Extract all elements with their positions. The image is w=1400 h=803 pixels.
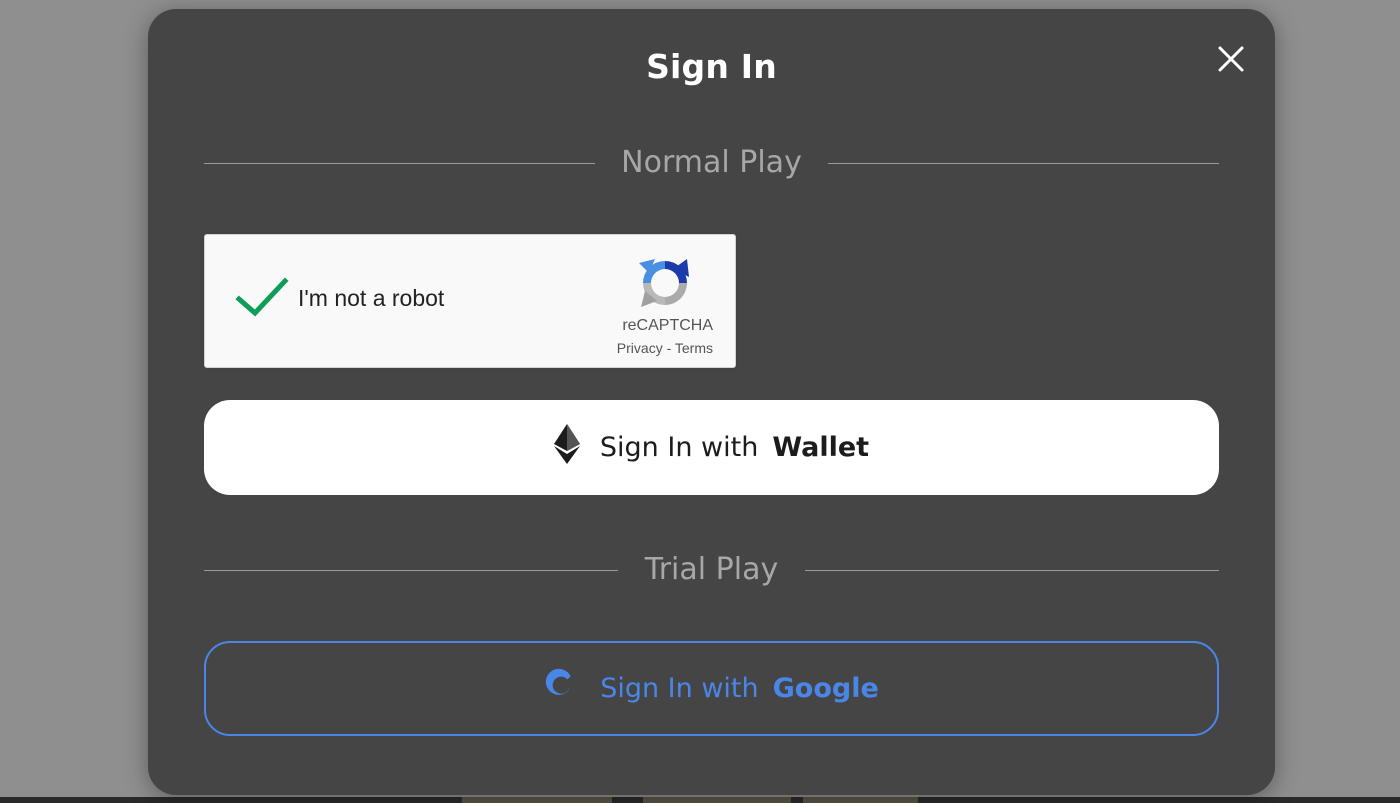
divider-line bbox=[828, 163, 1219, 164]
google-button-prefix: Sign In with bbox=[600, 673, 759, 704]
recaptcha-privacy-terms-links[interactable]: Privacy - Terms bbox=[617, 340, 713, 356]
wallet-button-prefix: Sign In with bbox=[599, 432, 759, 463]
recaptcha-checkbox[interactable] bbox=[235, 275, 289, 319]
sign-in-google-button[interactable]: Sign In with Google bbox=[204, 641, 1219, 736]
background-thumbnail bbox=[462, 797, 612, 803]
recaptcha-widget: I'm not a robot reCAPTCHA Privacy - Term… bbox=[204, 234, 736, 368]
background-thumbnail bbox=[643, 797, 791, 803]
section-divider-trial-play: Trial Play bbox=[204, 550, 1219, 590]
section-divider-normal-play: Normal Play bbox=[204, 143, 1219, 183]
background-page-strip bbox=[0, 797, 1400, 803]
ethereum-icon bbox=[553, 424, 580, 471]
close-icon bbox=[1218, 46, 1244, 72]
modal-title: Sign In bbox=[646, 47, 777, 86]
sign-in-wallet-button[interactable]: Sign In with Wallet bbox=[204, 400, 1219, 495]
google-button-provider: Google bbox=[772, 673, 879, 704]
background-thumbnail bbox=[803, 797, 918, 803]
wallet-button-provider: Wallet bbox=[772, 432, 870, 463]
sign-in-modal: Sign In Normal Play I'm not a robot reCA… bbox=[148, 9, 1275, 795]
google-icon bbox=[544, 667, 580, 710]
divider-line bbox=[805, 570, 1219, 571]
recaptcha-logo-icon bbox=[637, 255, 693, 311]
recaptcha-brand: reCAPTCHA bbox=[622, 317, 713, 334]
close-button[interactable] bbox=[1215, 43, 1247, 75]
recaptcha-label: I'm not a robot bbox=[298, 285, 445, 311]
checkmark-icon bbox=[235, 277, 289, 317]
